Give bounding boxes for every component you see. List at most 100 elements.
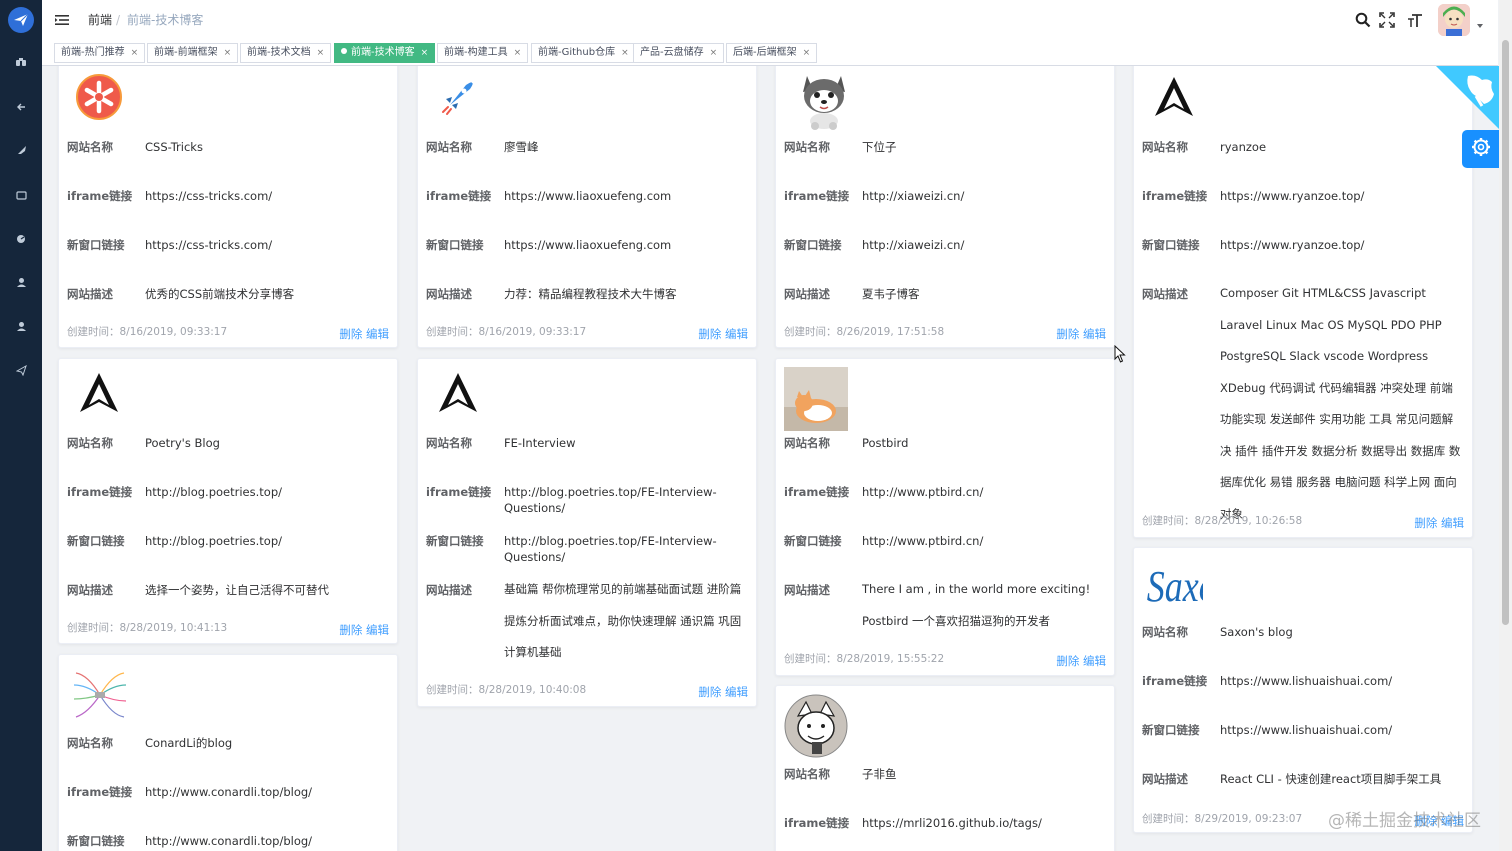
delete-button[interactable]: 删除 xyxy=(1056,327,1079,341)
tag-github-repo[interactable]: 前端-Github仓库 × xyxy=(531,43,636,63)
edit-button[interactable]: 编辑 xyxy=(1083,327,1106,341)
field-value: http://www.conardli.top/blog/ xyxy=(145,785,313,799)
delete-button[interactable]: 删除 xyxy=(339,623,362,637)
chevron-down-icon[interactable] xyxy=(1477,24,1483,28)
delete-button[interactable]: 删除 xyxy=(339,327,362,341)
close-icon[interactable]: × xyxy=(621,48,629,58)
field-value: http://www.ptbird.cn/ xyxy=(862,485,984,499)
sidebar-item-backend[interactable] xyxy=(13,230,29,246)
breadcrumb-first[interactable]: 前端 xyxy=(88,12,112,28)
asterisk-logo-icon xyxy=(75,73,123,121)
field-value: FE-Interview xyxy=(504,436,576,450)
sidebar-item-back[interactable] xyxy=(13,98,29,114)
card-actions: 删除 编辑 xyxy=(698,326,748,342)
close-icon[interactable]: × xyxy=(224,48,232,58)
created-time: 创建时间：8/28/2019, 10:40:08 xyxy=(426,684,587,696)
tag-tech-blog[interactable]: 前端-技术博客 × xyxy=(334,43,436,63)
field-value: http://blog.poetries.top/FE-Interview-Qu… xyxy=(504,485,717,515)
sidebar xyxy=(0,0,42,851)
avatar[interactable] xyxy=(1438,4,1470,36)
field-label: iframe链接 xyxy=(67,189,133,203)
edit-button[interactable]: 编辑 xyxy=(725,685,748,699)
edit-button[interactable]: 编辑 xyxy=(1083,654,1106,668)
saxon-logo-icon: Saxon xyxy=(1144,558,1204,606)
breadcrumb-separator: / xyxy=(116,13,121,27)
tag-cloud-storage[interactable]: 产品-云盘储存 × xyxy=(633,43,725,63)
field-value: http://blog.poetries.top/ xyxy=(145,485,283,499)
card-actions: 删除 编辑 xyxy=(339,326,389,342)
field-label: 网站名称 xyxy=(784,140,830,154)
tag-label: 后端-后端框架 xyxy=(733,47,797,58)
sidebar-item-account[interactable] xyxy=(13,318,29,334)
sidebar-item-send[interactable] xyxy=(13,362,29,378)
tag-build-tools[interactable]: 前端-构建工具 × xyxy=(437,43,529,63)
tag-frameworks[interactable]: 前端-前端框架 × xyxy=(147,43,239,63)
card-actions: 删除 编辑 xyxy=(1056,653,1106,669)
search-icon[interactable] xyxy=(1355,12,1371,28)
edit-button[interactable]: 编辑 xyxy=(366,327,389,341)
user-circle-icon xyxy=(16,317,27,336)
card-actions: 删除 编辑 xyxy=(1056,326,1106,342)
sidebar-item-storage[interactable] xyxy=(13,186,29,202)
field-value: ConardLi的blog xyxy=(145,736,233,750)
field-label: iframe链接 xyxy=(784,189,850,203)
field-label: iframe链接 xyxy=(784,485,850,499)
sidebar-item-user[interactable] xyxy=(13,274,29,290)
card-actions: 删除 编辑 xyxy=(339,622,389,638)
delete-button[interactable]: 删除 xyxy=(1414,516,1437,530)
edit-button[interactable]: 编辑 xyxy=(366,623,389,637)
sidebar-item-home[interactable] xyxy=(13,54,29,70)
fullscreen-icon[interactable] xyxy=(1379,12,1395,28)
edit-button[interactable]: 编辑 xyxy=(1441,516,1464,530)
field-value: https://css-tricks.com/ xyxy=(145,189,273,203)
site-card: 网站名称 廖雪峰 iframe链接 https://www.liaoxuefeng.… xyxy=(417,66,757,348)
github-corner-icon[interactable] xyxy=(1436,66,1500,130)
scrollbar[interactable] xyxy=(1499,0,1512,851)
field-label: 新窗口链接 xyxy=(1142,238,1200,252)
site-card: 网站名称 CSS-Tricks iframe链接 https://css-trick… xyxy=(58,66,398,348)
field-value: 夏韦子博客 xyxy=(862,287,920,301)
delete-button[interactable]: 删除 xyxy=(698,685,721,699)
close-icon[interactable]: × xyxy=(317,48,325,58)
site-card: Saxon 网站名称 Saxon's blog iframe链接 https://w… xyxy=(1133,547,1473,833)
field-label: 新窗口链接 xyxy=(67,534,125,548)
site-card: 网站名称 子非鱼 iframe链接 https://mrli2016.github.… xyxy=(775,685,1115,851)
cartoon-avatar-icon xyxy=(784,694,848,758)
close-icon[interactable]: × xyxy=(514,48,522,58)
site-card: 网站名称 ryanzoe iframe链接 https://www.ryanzoe.… xyxy=(1133,66,1473,538)
close-icon[interactable]: × xyxy=(710,48,718,58)
settings-button[interactable] xyxy=(1462,130,1500,168)
close-icon[interactable]: × xyxy=(803,48,811,58)
edit-button[interactable]: 编辑 xyxy=(725,327,748,341)
binoculars-icon xyxy=(15,53,27,72)
font-size-icon[interactable] xyxy=(1407,12,1423,28)
ryanzoe-logo-icon xyxy=(1150,73,1198,121)
field-value: http://blog.poetries.top/FE-Interview-Qu… xyxy=(504,534,717,564)
field-value: React CLI - 快速创建react项目脚手架工具 xyxy=(1220,772,1442,786)
field-value: 优秀的CSS前端技术分享博客 xyxy=(145,287,295,301)
scrollbar-thumb[interactable] xyxy=(1502,40,1509,625)
field-label: 新窗口链接 xyxy=(426,534,484,548)
sidebar-item-frontend[interactable] xyxy=(13,142,29,158)
tag-backend-frameworks[interactable]: 后端-后端框架 × xyxy=(726,43,818,63)
close-icon[interactable]: × xyxy=(131,48,139,58)
field-value: http://blog.poetries.top/ xyxy=(145,534,283,548)
field-value: 下位子 xyxy=(862,140,897,154)
tag-hot-recommend[interactable]: 前端-热门推荐 × xyxy=(54,43,146,63)
site-card: 网站名称 FE-Interview iframe链接 http://blog.poe… xyxy=(417,358,757,707)
gauge-icon xyxy=(16,229,26,248)
tag-label: 前端-前端框架 xyxy=(154,47,218,58)
field-value: https://www.lishuaishuai.com/ xyxy=(1220,723,1393,737)
field-value: http://xiaweizi.cn/ xyxy=(862,238,965,252)
tag-label: 前端-Github仓库 xyxy=(538,47,616,58)
field-value: https://www.ryanzoe.top/ xyxy=(1220,238,1365,252)
site-card: 网站名称 Poetry's Blog iframe链接 http://blog.po… xyxy=(58,358,398,644)
hamburger-menu-icon[interactable] xyxy=(55,12,69,26)
delete-button[interactable]: 删除 xyxy=(1056,654,1079,668)
close-icon[interactable]: × xyxy=(421,48,429,58)
delete-button[interactable]: 删除 xyxy=(698,327,721,341)
field-value: ryanzoe xyxy=(1220,140,1267,154)
field-label: 网站名称 xyxy=(67,736,113,750)
tag-docs[interactable]: 前端-技术文档 × xyxy=(240,43,332,63)
paper-plane-logo-icon[interactable] xyxy=(8,7,34,33)
